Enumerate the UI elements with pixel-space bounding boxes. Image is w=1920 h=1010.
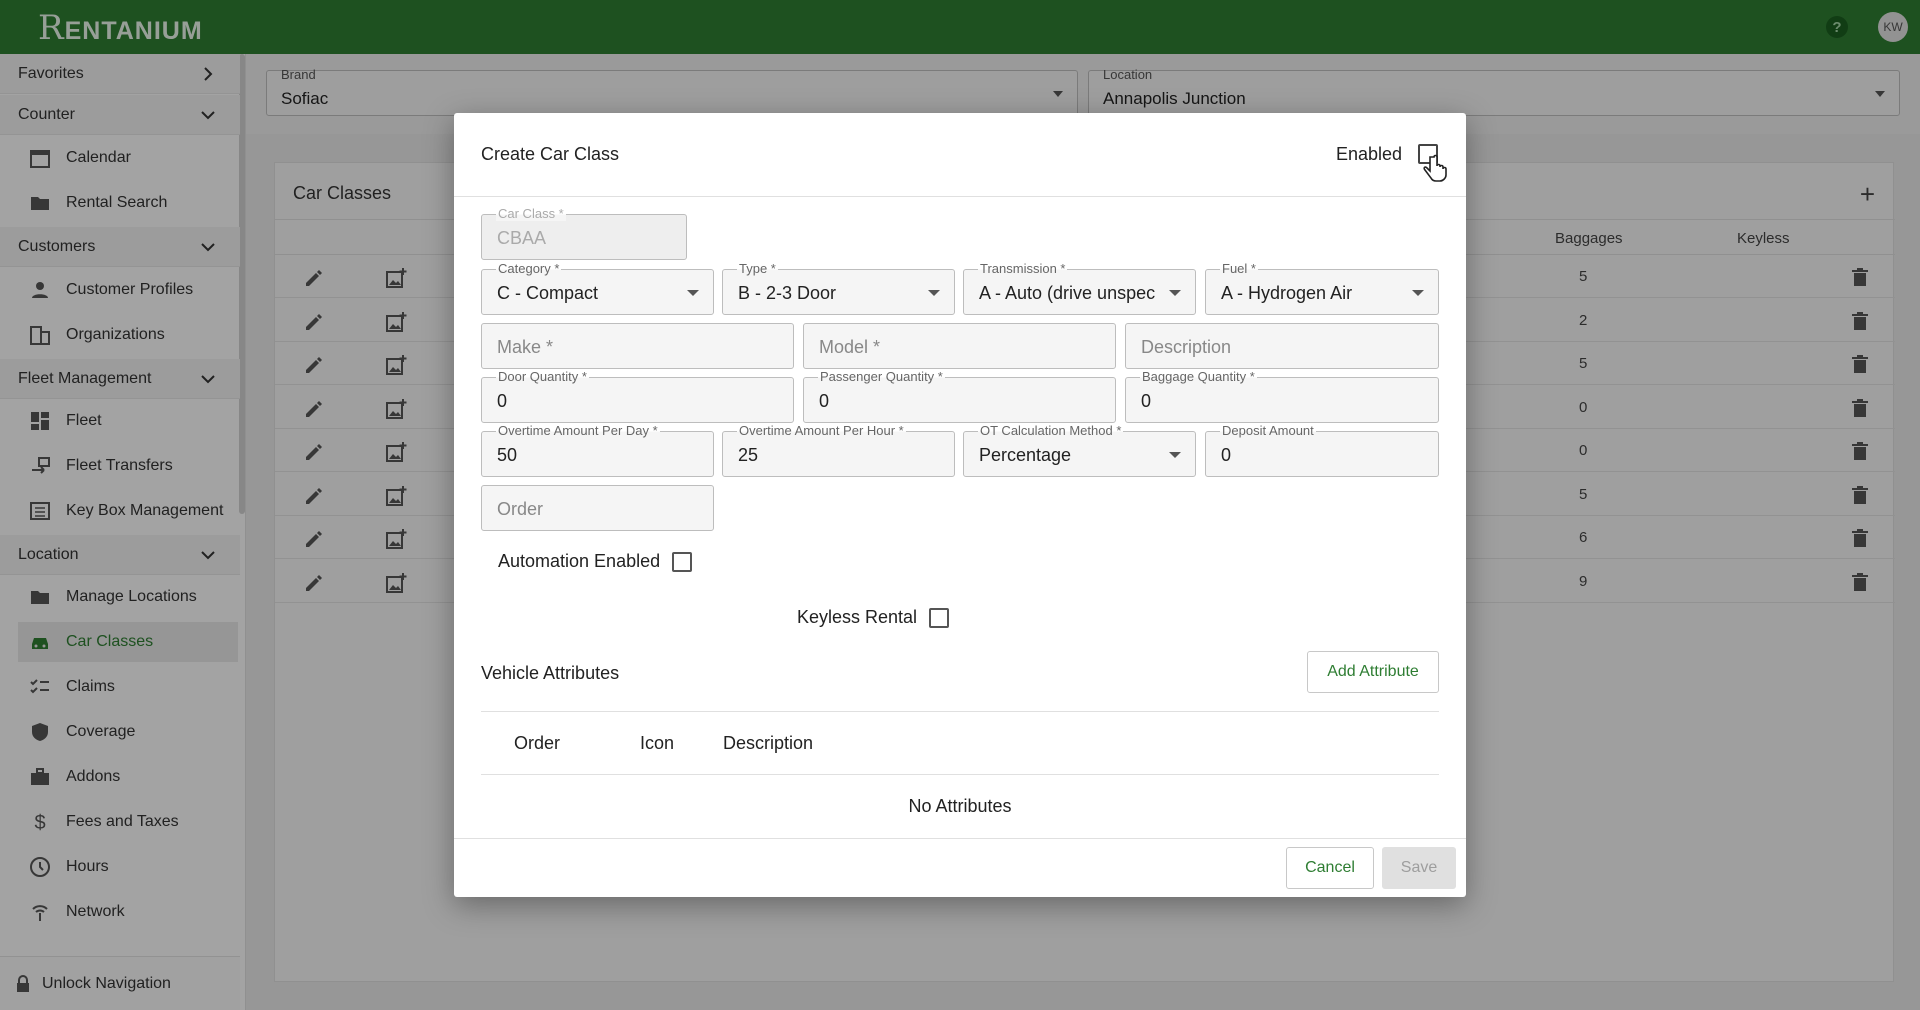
- overtime-per-day-input[interactable]: Overtime Amount Per Day * 50: [481, 424, 714, 477]
- category-label: Category *: [496, 261, 562, 276]
- keyless-rental-checkbox[interactable]: [929, 607, 950, 628]
- car-class-label: Car Class *: [496, 206, 566, 221]
- transmission-select[interactable]: Transmission * A - Auto (drive unspec: [963, 262, 1196, 315]
- transmission-value: A - Auto (drive unspec: [979, 283, 1155, 303]
- type-value: B - 2-3 Door: [738, 283, 837, 303]
- passenger-quantity-value: 0: [819, 391, 830, 411]
- automation-enabled-checkbox[interactable]: [672, 551, 693, 572]
- keyless-rental-row: Keyless Rental: [797, 607, 950, 628]
- attr-column-order: Order: [514, 733, 561, 753]
- save-button[interactable]: Save: [1382, 847, 1456, 889]
- overtime-per-day-value: 50: [497, 445, 518, 465]
- dialog-footer-divider: [454, 838, 1466, 839]
- order-input[interactable]: Order: [481, 485, 714, 531]
- divider: [481, 774, 1439, 775]
- dropdown-arrow-icon: [1169, 452, 1181, 458]
- overtime-per-hour-value: 25: [738, 445, 759, 465]
- deposit-amount-input[interactable]: Deposit Amount 0: [1205, 424, 1439, 477]
- door-quantity-value: 0: [497, 391, 508, 411]
- order-placeholder: Order: [497, 499, 544, 519]
- vehicle-attributes-title: Vehicle Attributes: [481, 663, 620, 683]
- category-select[interactable]: Category * C - Compact: [481, 262, 714, 315]
- ot-calculation-method-select[interactable]: OT Calculation Method * Percentage: [963, 424, 1196, 477]
- automation-enabled-row: Automation Enabled: [498, 551, 693, 572]
- description-placeholder: Description: [1141, 337, 1232, 357]
- add-attribute-button[interactable]: Add Attribute: [1307, 651, 1439, 693]
- make-placeholder: Make *: [497, 337, 554, 357]
- baggage-quantity-input[interactable]: Baggage Quantity * 0: [1125, 370, 1439, 423]
- dropdown-arrow-icon: [687, 290, 699, 296]
- fuel-select[interactable]: Fuel * A - Hydrogen Air: [1205, 262, 1439, 315]
- dropdown-arrow-icon: [1169, 290, 1181, 296]
- ot-calculation-method-value: Percentage: [979, 445, 1072, 465]
- make-input[interactable]: Make *: [481, 323, 794, 369]
- baggage-quantity-value: 0: [1141, 391, 1152, 411]
- attr-column-icon: Icon: [640, 733, 675, 753]
- dialog-header: Create Car Class Enabled: [454, 113, 1466, 197]
- overtime-per-hour-label: Overtime Amount Per Hour *: [737, 423, 906, 438]
- dropdown-arrow-icon: [1412, 290, 1424, 296]
- enabled-label: Enabled: [1336, 144, 1403, 164]
- deposit-amount-value: 0: [1221, 445, 1232, 465]
- door-quantity-input[interactable]: Door Quantity * 0: [481, 370, 794, 423]
- type-select[interactable]: Type * B - 2-3 Door: [722, 262, 955, 315]
- type-label: Type *: [737, 261, 778, 276]
- attr-column-description: Description: [723, 733, 814, 753]
- divider: [481, 711, 1439, 712]
- overtime-per-day-label: Overtime Amount Per Day *: [496, 423, 660, 438]
- overtime-per-hour-input[interactable]: Overtime Amount Per Hour * 25: [722, 424, 955, 477]
- automation-enabled-label: Automation Enabled: [498, 551, 661, 571]
- dialog-title: Create Car Class: [481, 144, 620, 164]
- hand-cursor-icon: [1423, 154, 1447, 182]
- deposit-amount-label: Deposit Amount: [1220, 423, 1316, 438]
- model-placeholder: Model *: [819, 337, 881, 357]
- no-attributes-message: No Attributes: [908, 796, 1012, 816]
- ot-calculation-method-label: OT Calculation Method *: [978, 423, 1124, 438]
- transmission-label: Transmission *: [978, 261, 1068, 276]
- baggage-quantity-label: Baggage Quantity *: [1140, 369, 1257, 384]
- dropdown-arrow-icon: [928, 290, 940, 296]
- passenger-quantity-input[interactable]: Passenger Quantity * 0: [803, 370, 1116, 423]
- fuel-label: Fuel *: [1220, 261, 1258, 276]
- car-class-value: CBAA: [497, 228, 547, 248]
- category-value: C - Compact: [497, 283, 599, 303]
- passenger-quantity-label: Passenger Quantity *: [818, 369, 945, 384]
- car-class-field: Car Class * CBAA: [481, 207, 687, 260]
- description-input[interactable]: Description: [1125, 323, 1439, 369]
- cancel-button[interactable]: Cancel: [1286, 847, 1374, 889]
- keyless-rental-label: Keyless Rental: [797, 607, 918, 627]
- model-input[interactable]: Model *: [803, 323, 1116, 369]
- door-quantity-label: Door Quantity *: [496, 369, 589, 384]
- fuel-value: A - Hydrogen Air: [1221, 283, 1353, 303]
- create-car-class-dialog: Create Car Class Enabled Car Class * CBA…: [454, 113, 1466, 897]
